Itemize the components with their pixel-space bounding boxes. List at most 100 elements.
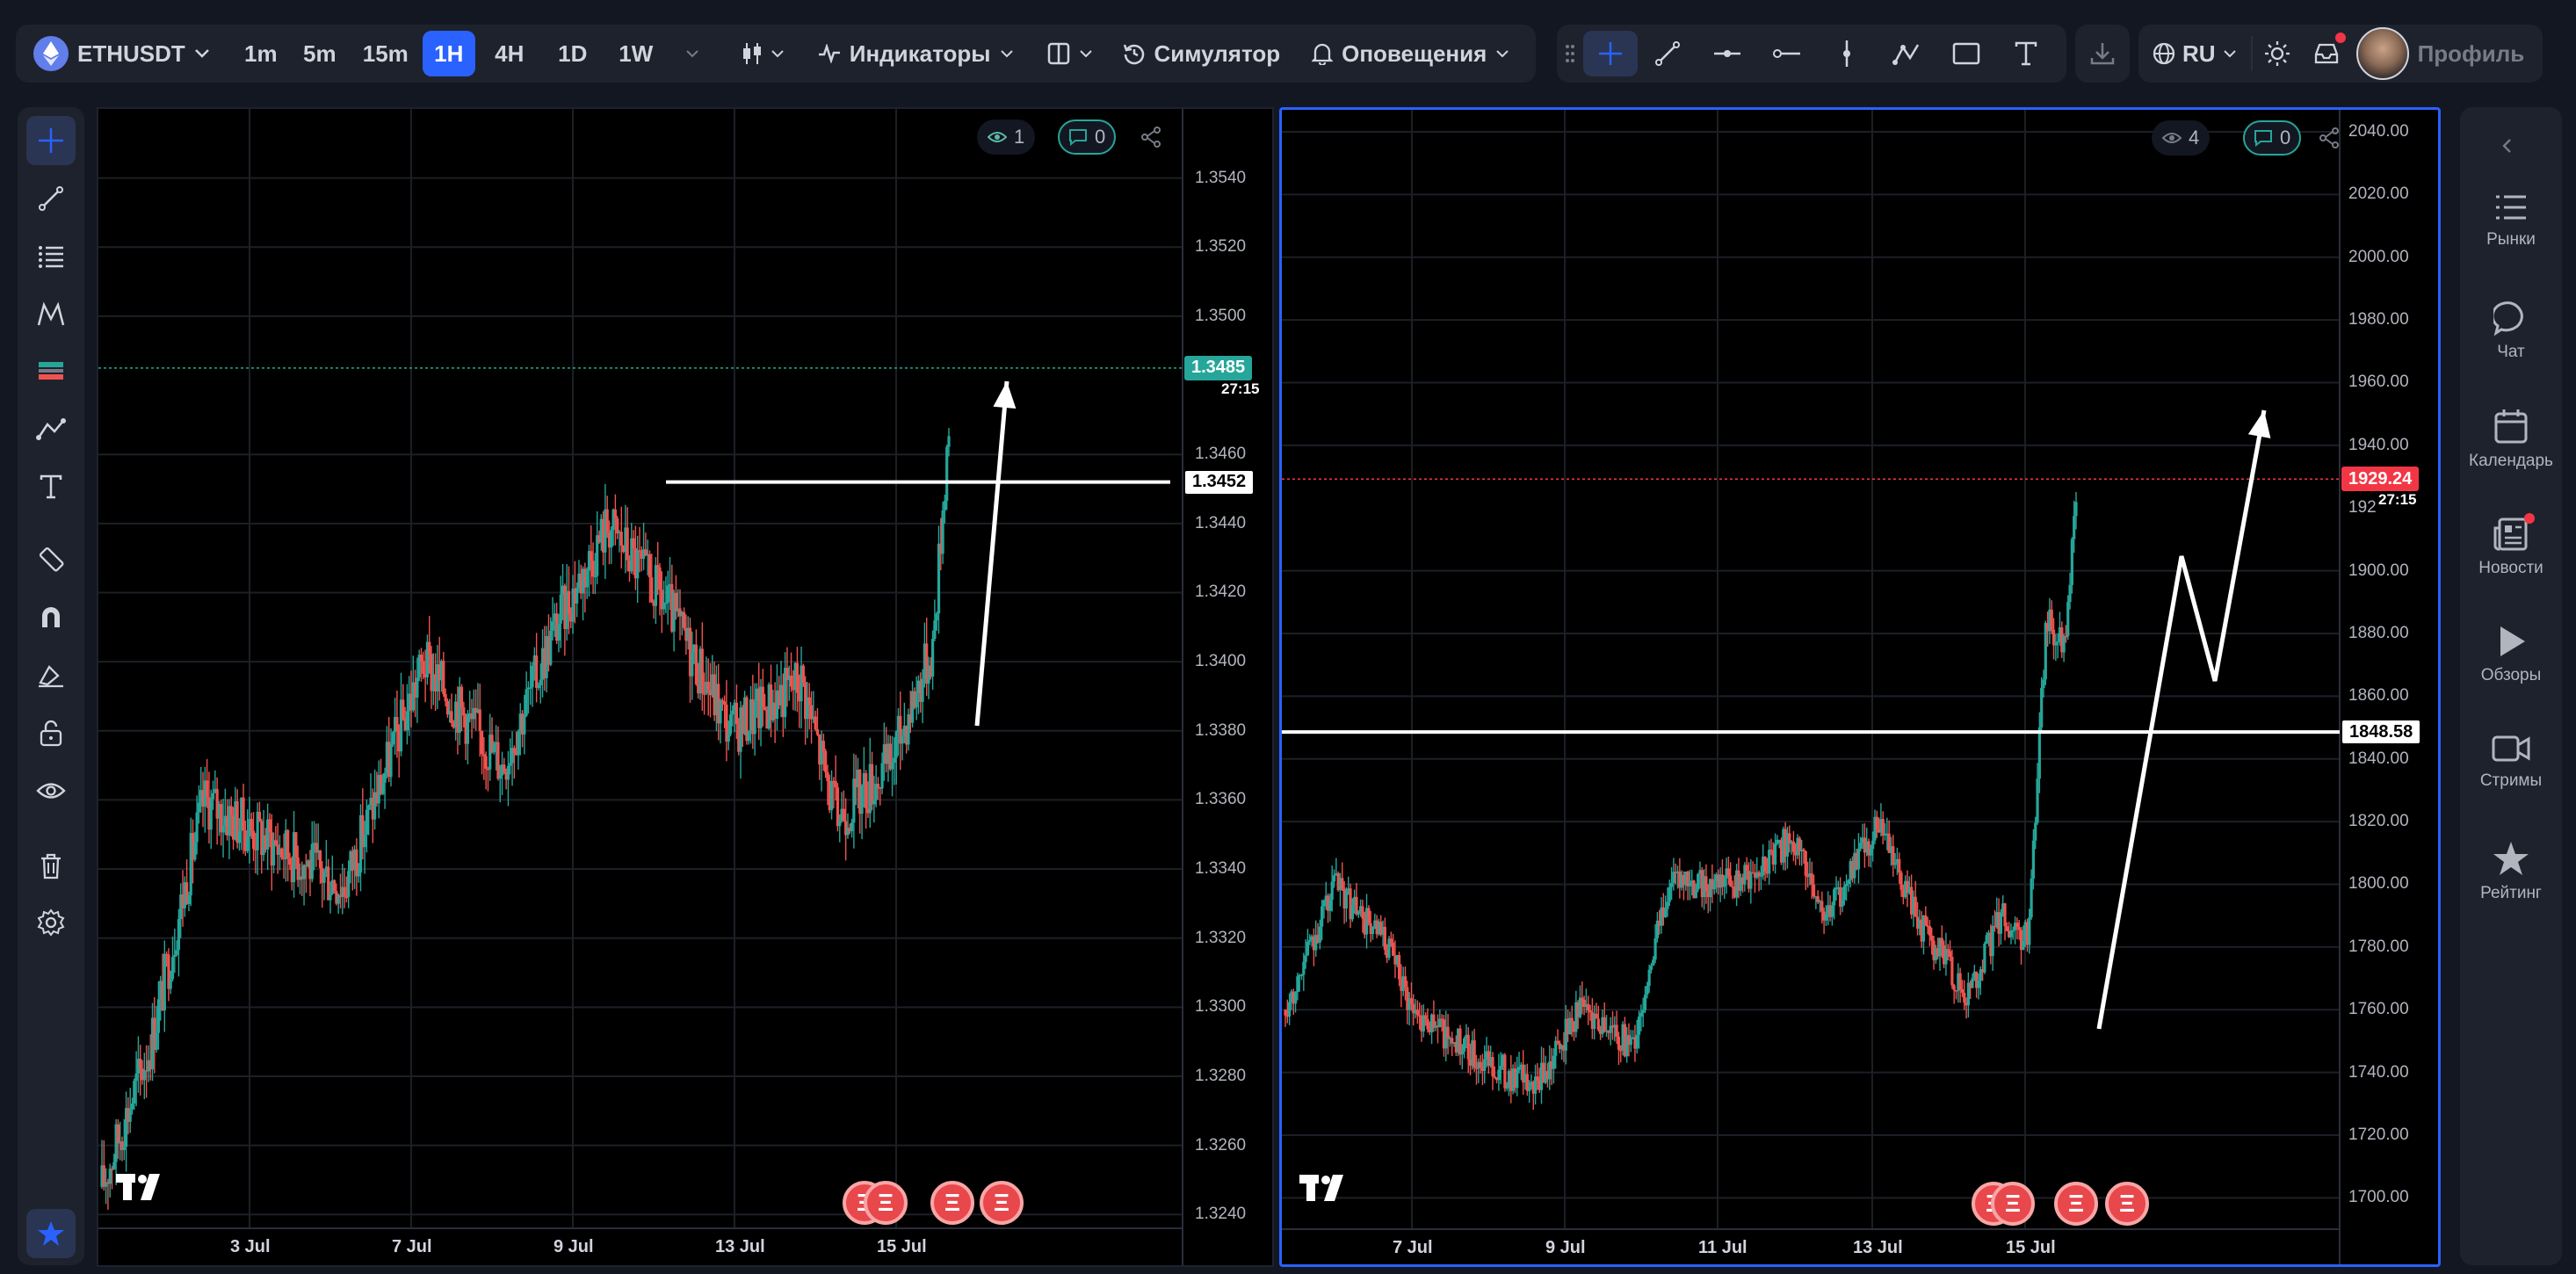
candle-body (626, 527, 629, 561)
tf-4h[interactable]: 4H (481, 31, 539, 76)
event-marker-icon[interactable]: Ξ (2054, 1182, 2098, 1226)
text-tool[interactable] (1996, 31, 2056, 76)
rail-visibility[interactable] (26, 766, 76, 815)
candle-body (654, 565, 657, 606)
event-marker-icon[interactable]: Ξ (980, 1181, 1024, 1225)
simulator-button[interactable]: Симулятор (1114, 31, 1290, 76)
sidebar-item-chat[interactable]: Чат (2460, 300, 2562, 397)
candle-body (826, 771, 829, 782)
price-axis-label: 1.3300 (1195, 997, 1247, 1017)
comments-count: 0 (2280, 127, 2291, 148)
candle-body (719, 699, 722, 724)
rail-crosshair[interactable] (26, 116, 76, 165)
path-tool[interactable] (1877, 31, 1936, 76)
rail-draw-mode[interactable] (26, 650, 76, 699)
candle-body (619, 532, 623, 546)
horizontal-line-tool[interactable] (1697, 31, 1757, 76)
candle-body (1643, 995, 1647, 1010)
vertical-line-tool[interactable] (1817, 31, 1877, 76)
theme-toggle[interactable] (2253, 31, 2302, 76)
right-chart-panel[interactable]: 4 0 2040.00 2020.00 2000.00 1980.00 1960.00 1… (1279, 107, 2441, 1267)
sidebar-item-reviews[interactable]: Обзоры (2460, 624, 2562, 720)
collapse-icon[interactable] (2500, 137, 2513, 155)
horizontal-ray-tool[interactable] (1757, 31, 1817, 76)
news-icon (2493, 513, 2535, 552)
rail-patterns[interactable] (26, 290, 76, 339)
chart-type-button[interactable] (725, 31, 800, 76)
tf-1h[interactable]: 1H (422, 31, 475, 76)
candle-body (1875, 816, 1878, 830)
candle-body (943, 501, 946, 510)
price-axis-label: 2020.00 (2348, 185, 2409, 204)
symbol-selector[interactable]: ETHUSDT (25, 31, 219, 76)
candle-body (1473, 1040, 1476, 1068)
tf-1d[interactable]: 1D (544, 31, 602, 76)
tf-15m[interactable]: 15m (354, 31, 417, 76)
sidebar-item-calendar[interactable]: Календарь (2460, 408, 2562, 504)
horizontal-ray-icon (1773, 40, 1801, 67)
left-chart-canvas[interactable] (98, 109, 1274, 1267)
tf-1m[interactable]: 1m (236, 31, 286, 76)
layout-button[interactable] (1035, 31, 1105, 76)
rail-ruler[interactable] (26, 534, 76, 583)
share-icon[interactable] (1140, 127, 1161, 148)
sidebar-item-news[interactable]: Новости (2460, 513, 2562, 612)
sidebar-item-rating[interactable]: Рейтинг (2460, 840, 2562, 937)
candle-body (1288, 1002, 1292, 1017)
candle-body (367, 805, 371, 810)
level-price-tag: 1.3452 (1184, 469, 1255, 495)
rail-magnet[interactable] (26, 592, 76, 641)
crosshair-tool[interactable] (1583, 31, 1638, 76)
drag-handle-icon[interactable] (1557, 43, 1583, 64)
event-marker-icon[interactable]: Ξ (1991, 1182, 2035, 1226)
rail-path[interactable] (26, 404, 76, 453)
views-badge[interactable]: 1 (977, 119, 1036, 155)
avatar (2355, 27, 2409, 80)
share-icon[interactable] (2319, 127, 2340, 148)
right-chart-canvas[interactable] (1282, 110, 2441, 1267)
candle-body (1712, 881, 1716, 890)
rail-trendline[interactable] (26, 174, 76, 223)
candle-body (416, 677, 419, 698)
download-button[interactable] (2075, 25, 2130, 83)
event-marker-icon[interactable]: Ξ (930, 1181, 974, 1225)
candle-body (1820, 901, 1824, 912)
rail-settings[interactable] (26, 898, 76, 947)
comments-badge[interactable]: 0 (1058, 119, 1117, 155)
candle-body (1587, 1003, 1590, 1011)
sidebar-item-markets[interactable]: Рынки (2460, 192, 2562, 288)
price-axis-label: 1820.00 (2348, 812, 2409, 831)
comment-icon (1068, 128, 1088, 146)
rail-position[interactable] (26, 346, 76, 395)
candle-body (901, 735, 904, 744)
candle-body (1646, 986, 1649, 995)
left-chart-panel[interactable]: 1 0 1.3540 1.3520 1.3500 1.3460 1.3440 1.3420… (97, 107, 1274, 1267)
candle-body (1802, 849, 1805, 851)
views-badge[interactable]: 4 (2152, 120, 2211, 156)
rail-lock[interactable] (26, 708, 76, 757)
candle-body (1729, 875, 1733, 887)
rail-text[interactable] (26, 462, 76, 511)
candle-body (860, 785, 864, 814)
notifications-button[interactable] (2302, 31, 2351, 76)
candle-body (1596, 1018, 1600, 1031)
profile-button[interactable]: Профиль (2351, 27, 2530, 80)
rectangle-tool[interactable] (1936, 31, 1996, 76)
trendline-tool[interactable] (1638, 31, 1697, 76)
event-marker-icon[interactable]: Ξ (2105, 1182, 2149, 1226)
candle-body (706, 681, 710, 691)
rail-fib[interactable] (26, 232, 76, 281)
rail-favorites[interactable] (26, 1209, 76, 1258)
sidebar-item-streams[interactable]: Стримы (2460, 733, 2562, 829)
timeframe-more-button[interactable] (670, 31, 714, 76)
profile-label: Профиль (2417, 40, 2525, 67)
event-marker-icon[interactable]: Ξ (864, 1181, 908, 1225)
level-price-tag: 1848.58 (2341, 720, 2421, 745)
tf-1w[interactable]: 1W (607, 31, 665, 76)
comments-badge[interactable]: 0 (2243, 120, 2302, 156)
alerts-button[interactable]: Оповещения (1303, 31, 1518, 76)
rail-delete[interactable] (26, 842, 76, 891)
indicators-button[interactable]: Индикаторы (806, 31, 1026, 76)
language-selector[interactable]: RU (2145, 31, 2244, 76)
tf-5m[interactable]: 5m (291, 31, 349, 76)
